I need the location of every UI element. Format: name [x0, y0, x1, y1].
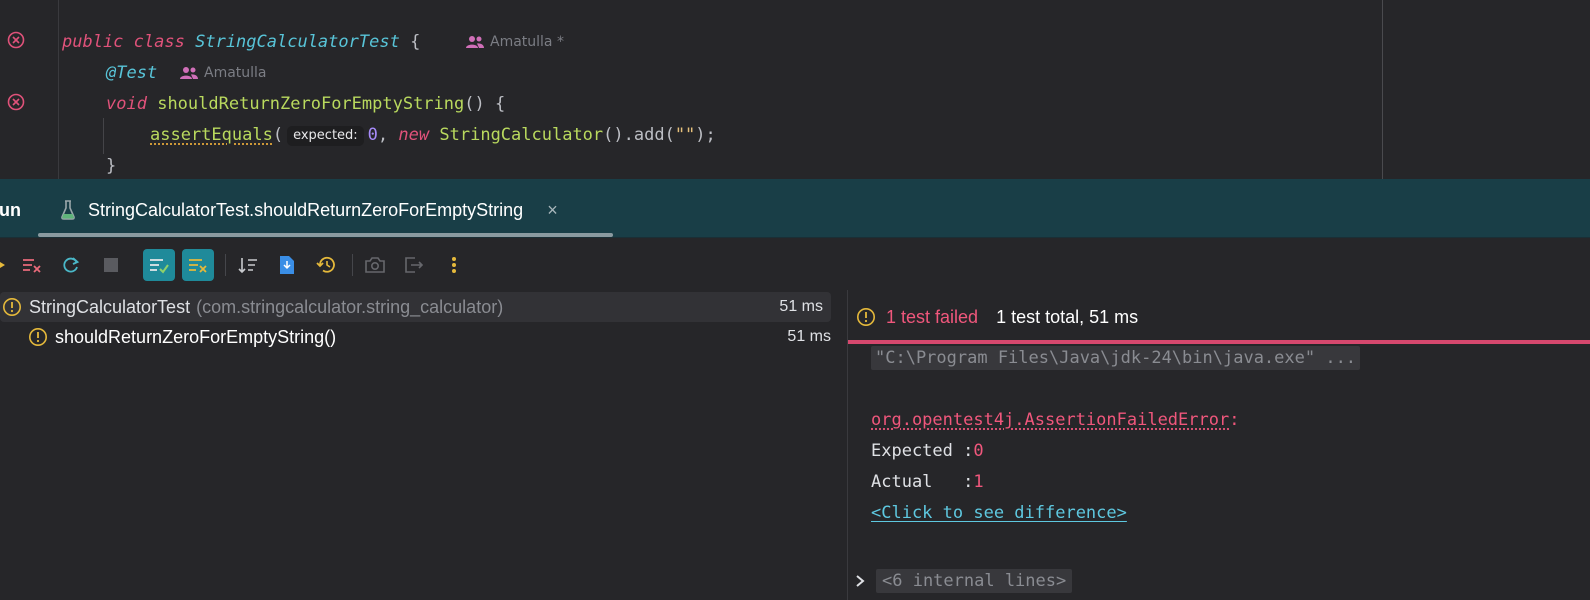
actual-label: Actual :	[871, 472, 974, 492]
expected-literal: 0	[367, 125, 378, 145]
test-failed-gutter-icon[interactable]	[7, 93, 25, 111]
assert-call: assertEquals	[150, 125, 273, 145]
keyword-public: public	[62, 32, 124, 52]
keyword-new: new	[398, 125, 430, 145]
test-class-name: StringCalculatorTest	[29, 296, 191, 317]
test-results-tree[interactable]: StringCalculatorTest (com.stringcalculat…	[0, 292, 847, 600]
restart-icon[interactable]	[55, 249, 87, 281]
test-runner-toolbar	[0, 238, 1590, 290]
open-paren: (	[272, 125, 284, 145]
code-line-annotation[interactable]: @Test	[106, 61, 157, 85]
code-author-hint[interactable]: Amatulla	[180, 63, 267, 83]
test-progress-bar	[848, 340, 1590, 344]
console-expected-line: Expected :0	[871, 438, 984, 464]
parameter-hint: expected:	[287, 126, 364, 146]
author-name: Amatulla *	[490, 34, 564, 50]
warning-icon	[857, 308, 875, 326]
annotation-test: @Test	[106, 63, 158, 83]
console-actual-line: Actual :1	[871, 469, 984, 495]
tree-row-test-class[interactable]: StringCalculatorTest (com.stringcalculat…	[0, 292, 831, 322]
run-tool-window-header: Run StringCalculatorTest.shouldReturnZer…	[0, 179, 1590, 238]
rerun-icon[interactable]	[0, 249, 16, 281]
code-line-closing-brace[interactable]: }	[106, 154, 116, 178]
expected-value: 0	[973, 441, 984, 461]
actual-value: 1	[973, 472, 984, 492]
active-tab-indicator	[38, 233, 613, 237]
show-ignored-icon[interactable]	[182, 249, 214, 281]
total-tests-text: 1 test total, 51 ms	[996, 306, 1139, 327]
class-name: StringCalculatorTest	[195, 32, 400, 52]
run-tab-label: StringCalculatorTest.shouldReturnZeroFor…	[88, 199, 524, 220]
string-literal: ""	[674, 125, 696, 145]
show-passed-icon[interactable]	[143, 249, 175, 281]
test-failed-gutter-icon[interactable]	[7, 31, 25, 49]
gutter-divider	[58, 0, 59, 180]
code-line-class-decl[interactable]: public class StringCalculatorTest {	[62, 30, 420, 54]
brace: {	[410, 32, 421, 52]
toolbar-separator	[352, 254, 353, 276]
export-icon[interactable]	[398, 249, 430, 281]
method-name: shouldReturnZeroForEmptyString	[157, 94, 465, 114]
error-class-link[interactable]: org.opentest4j.AssertionFailedError	[871, 410, 1229, 430]
brace: }	[106, 156, 117, 176]
code-line-method-decl[interactable]: void shouldReturnZeroForEmptyString() {	[106, 92, 505, 116]
indent-guide	[103, 118, 104, 154]
internal-lines-fold[interactable]: <6 internal lines>	[854, 566, 1073, 596]
users-icon	[466, 36, 484, 48]
stop-icon[interactable]	[95, 249, 127, 281]
keyword-void: void	[106, 94, 147, 114]
error-colon: :	[1229, 410, 1240, 430]
keyword-class: class	[133, 32, 185, 52]
test-flask-icon	[61, 200, 75, 220]
expected-label: Expected :	[871, 441, 974, 461]
run-panel-title: Run	[0, 200, 21, 220]
failed-count-text: 1 test failed	[886, 306, 979, 327]
code-line-assert[interactable]: assertEquals(expected: 0, new StringCalcu…	[150, 123, 716, 147]
rerun-failed-icon[interactable]	[16, 249, 48, 281]
test-status-summary: 1 test failed 1 test total, 51 ms	[848, 302, 1138, 332]
code-author-hint[interactable]: Amatulla *	[466, 32, 564, 52]
test-package-name: (com.stringcalculator.string_calculator)	[196, 296, 504, 317]
console-error-line: org.opentest4j.AssertionFailedError:	[871, 407, 1239, 433]
comma: ,	[377, 125, 389, 145]
test-duration: 51 ms	[779, 298, 823, 315]
close-tab-icon[interactable]: ×	[547, 200, 558, 221]
run-config-tab[interactable]: StringCalculatorTest.shouldReturnZeroFor…	[54, 179, 558, 237]
call-chain: ().add(	[603, 125, 675, 145]
test-console-output[interactable]: 1 test failed 1 test total, 51 ms "C:\Pr…	[848, 292, 1590, 600]
toolbar-separator	[225, 254, 226, 276]
test-method-name: shouldReturnZeroForEmptyString()	[55, 326, 337, 347]
history-icon[interactable]	[310, 249, 342, 281]
console-diff-line[interactable]: <Click to see difference>	[871, 500, 1127, 526]
chevron-right-icon[interactable]	[854, 574, 866, 588]
sort-icon[interactable]	[232, 249, 264, 281]
screenshot-icon[interactable]	[359, 249, 391, 281]
type-name: StringCalculator	[439, 125, 604, 145]
test-duration: 51 ms	[787, 328, 831, 345]
import-tests-icon[interactable]	[271, 249, 303, 281]
console-command-line[interactable]: "C:\Program Files\Java\jdk-24\bin\java.e…	[871, 345, 1361, 371]
warning-icon	[29, 328, 47, 346]
right-margin-guide	[1382, 0, 1383, 180]
close-paren: );	[695, 125, 716, 145]
internal-lines-label[interactable]: <6 internal lines>	[876, 569, 1073, 593]
tree-row-test-method[interactable]: shouldReturnZeroForEmptyString() 51 ms	[0, 322, 839, 352]
see-difference-link[interactable]: <Click to see difference>	[871, 503, 1127, 523]
code-editor[interactable]: public class StringCalculatorTest { Amat…	[0, 0, 1590, 180]
more-icon[interactable]	[438, 249, 470, 281]
warning-icon	[3, 298, 21, 316]
method-parens: () {	[464, 94, 506, 114]
java-command[interactable]: "C:\Program Files\Java\jdk-24\bin\java.e…	[871, 346, 1361, 370]
author-name: Amatulla	[204, 65, 267, 81]
users-icon	[180, 67, 198, 79]
